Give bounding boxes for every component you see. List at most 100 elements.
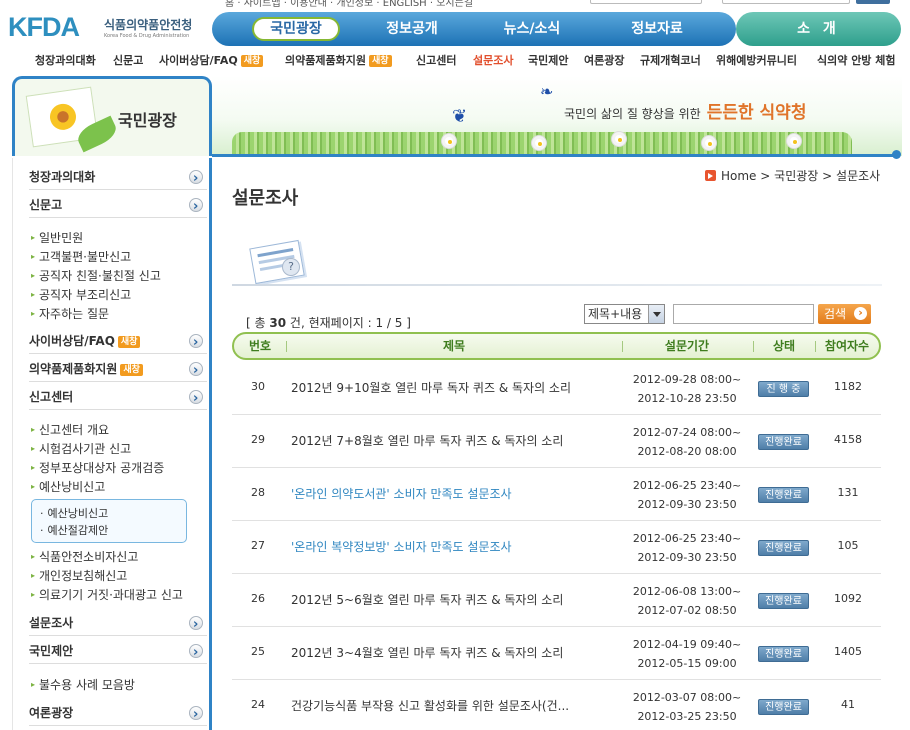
row-title-link[interactable]: '온라인 의약도서관' 소비자 만족도 설문조사	[291, 485, 621, 502]
search-button[interactable]: 검색 ›	[818, 304, 871, 324]
sidebar-menu-survey[interactable]: 설문조사	[29, 610, 207, 638]
new-window-badge: 새창	[120, 364, 143, 376]
search-field-select[interactable]: 제목+내용	[584, 304, 665, 324]
status-badge: 진행완료	[758, 434, 809, 450]
subnav-item[interactable]: 청장과의대화	[35, 52, 96, 68]
subnav-item[interactable]: 국민제안	[528, 52, 568, 68]
row-period-start: 2012-09-28 08:00~	[632, 373, 742, 386]
table-row[interactable]: 25 2012년 3~4월호 열린 마루 독자 퀴즈 & 독자의 소리 2012-0…	[232, 627, 881, 680]
gnb-item-resources[interactable]: 정보자료	[602, 12, 712, 46]
section-divider	[232, 284, 882, 286]
row-participants: 1092	[834, 592, 862, 605]
sidebar-menu-sinmungo[interactable]: 신문고	[29, 192, 207, 220]
sidebar-sub-item[interactable]: 불수용 사례 모음방	[31, 676, 135, 693]
flower-image	[442, 134, 456, 148]
subnav-item[interactable]: 의약품제품화지원 새창	[285, 52, 392, 68]
logo-name-en: Korea Food & Drug Administration	[104, 33, 190, 39]
row-title-link[interactable]: 2012년 7+8월호 열린 마루 독자 퀴즈 & 독자의 소리	[291, 432, 621, 449]
table-row[interactable]: 26 2012년 5~6월호 열린 마루 독자 퀴즈 & 독자의 소리 2012-0…	[232, 574, 881, 627]
sidebar-menu-proposal[interactable]: 국민제안	[29, 638, 207, 666]
utility-links[interactable]: 홈 · 사이트맵 · 이용안내 · 개인정보 · ENGLISH · 오시는길	[225, 0, 473, 9]
utility-search-button[interactable]	[856, 0, 890, 4]
sidebar-sub-item[interactable]: 식품안전소비자신고	[31, 548, 138, 565]
survey-illustration: ?	[232, 236, 882, 286]
table-row[interactable]: 28 '온라인 의약도서관' 소비자 만족도 설문조사 2012-06-25 23:…	[232, 468, 881, 521]
subnav-item[interactable]: 신문고	[113, 52, 143, 68]
logo-name-ko: 식품의약품안전청	[104, 18, 193, 32]
sidebar-menu-chairman[interactable]: 청장과의대화	[29, 164, 207, 192]
sidebar-sub-item[interactable]: 고객불편·불만신고	[31, 248, 131, 265]
subnav-item[interactable]: 식의약 안방 체험	[817, 52, 896, 68]
chevron-right-icon: ›	[854, 307, 867, 320]
col-header-status: 상태	[772, 339, 796, 353]
sidebar-sub-item[interactable]: 예산낭비신고	[31, 478, 105, 495]
sidebar-sub-sub-item[interactable]: 예산낭비신고	[40, 505, 109, 521]
new-window-badge: 새창	[117, 336, 141, 348]
banner-slogan: 국민의 삶의 질 향상을 위한 든든한 식약청	[564, 103, 807, 123]
gnb-item-disclosure[interactable]: 정보공개	[362, 12, 462, 46]
subnav-item[interactable]: 여론광장	[584, 52, 624, 68]
table-row[interactable]: 30 2012년 9+10월호 열린 마루 독자 퀴즈 & 독자의 소리 2012-…	[232, 362, 881, 415]
row-title-link[interactable]: 건강기능식품 부작용 신고 활성화를 위한 설문조사(건...	[291, 697, 621, 714]
global-nav: 국민광장 정보공개 뉴스/소식 정보자료	[212, 12, 736, 46]
col-header-no: 번호	[248, 339, 272, 353]
row-title-link[interactable]: 2012년 3~4월호 열린 마루 독자 퀴즈 & 독자의 소리	[291, 644, 621, 661]
arrow-right-icon	[189, 640, 203, 666]
subnav-item[interactable]: 규제개혁코너	[640, 52, 701, 68]
breadcrumb-home[interactable]: Home	[721, 169, 756, 183]
row-period-end: 2012-05-15 09:00	[637, 657, 737, 670]
sidebar-menu-opinion[interactable]: 여론광장	[29, 700, 207, 728]
sidebar-sub-item[interactable]: 공직자 친절·불친절 신고	[31, 267, 161, 284]
row-participants: 41	[841, 698, 855, 711]
sidebar-sub-item[interactable]: 정부포상대상자 공개검증	[31, 459, 164, 476]
sidebar-sub-item[interactable]: 일반민원	[31, 229, 83, 246]
arrow-right-icon	[189, 612, 203, 638]
sidebar-sub-item[interactable]: 공직자 부조리신고	[31, 286, 131, 303]
row-period: 2012-06-08 13:00~ 2012-07-02 08:50	[622, 582, 752, 620]
subnav-item[interactable]: 사이버상담/FAQ 새창	[159, 52, 264, 68]
row-number: 24	[251, 698, 265, 711]
subnav-item[interactable]: 신고센터	[416, 52, 456, 68]
subnav-item[interactable]: 위해예방커뮤니티	[716, 52, 797, 68]
utility-search-box[interactable]	[590, 0, 702, 4]
sidebar-sub-item[interactable]: 자주하는 질문	[31, 305, 109, 322]
sub-nav: 청장과의대화 신문고 사이버상담/FAQ 새창 의약품제품화지원 새창 신고센터 설…	[0, 52, 910, 70]
breadcrumb-level1[interactable]: 국민광장	[774, 169, 818, 183]
sidebar-sub-item[interactable]: 시험검사기관 신고	[31, 440, 131, 457]
table-row[interactable]: 27 '온라인 복약정보방' 소비자 만족도 설문조사 2012-06-25 23:…	[232, 521, 881, 574]
row-title-link[interactable]: 2012년 5~6월호 열린 마루 독자 퀴즈 & 독자의 소리	[291, 591, 621, 608]
sidebar-menu-cyber[interactable]: 사이버상담/FAQ 새창	[29, 328, 207, 356]
sidebar-sub-sub-item[interactable]: 예산절감제안	[40, 522, 109, 538]
table-header: 번호 제목 설문기간 상태 참여자수	[232, 332, 881, 360]
site-logo[interactable]: KFDA 식품의약품안전청 Korea Food & Drug Administ…	[8, 8, 208, 48]
subnav-item-current[interactable]: 설문조사	[473, 52, 513, 68]
table-row[interactable]: 29 2012년 7+8월호 열린 마루 독자 퀴즈 & 독자의 소리 2012-0…	[232, 415, 881, 468]
sidebar-menu-report-center[interactable]: 신고센터	[29, 384, 207, 412]
chevron-down-icon	[648, 305, 664, 323]
row-number: 26	[251, 592, 265, 605]
utility-search-input[interactable]	[722, 0, 850, 4]
search-input[interactable]	[673, 304, 814, 324]
question-icon: ?	[282, 258, 300, 276]
sidebar-sub-item[interactable]: 개인정보침해신고	[31, 567, 127, 584]
row-period-start: 2012-06-25 23:40~	[632, 532, 742, 545]
row-period-end: 2012-09-30 23:50	[637, 498, 737, 511]
row-title-link[interactable]: '온라인 복약정보방' 소비자 만족도 설문조사	[291, 538, 621, 555]
row-period-end: 2012-08-20 08:00	[637, 445, 737, 458]
col-header-title: 제목	[442, 339, 466, 353]
arrow-right-icon	[189, 166, 203, 192]
breadcrumb-current: 설문조사	[836, 169, 881, 183]
table-row[interactable]: 24 건강기능식품 부작용 신고 활성화를 위한 설문조사(건... 2012-03…	[232, 680, 881, 730]
row-period-end: 2012-09-30 23:50	[637, 551, 737, 564]
gnb-item-news[interactable]: 뉴스/소식	[477, 12, 587, 46]
sidebar-menu-drug-support[interactable]: 의약품제품화지원 새창	[29, 356, 207, 384]
row-title-link[interactable]: 2012년 9+10월호 열린 마루 독자 퀴즈 & 독자의 소리	[291, 379, 621, 396]
row-number: 28	[251, 486, 265, 499]
new-window-badge: 새창	[368, 55, 392, 67]
gnb-item-about[interactable]: 소 개	[736, 12, 901, 46]
row-period-start: 2012-06-08 13:00~	[632, 585, 742, 598]
gnb-item-plaza[interactable]: 국민광장	[252, 17, 340, 41]
row-period: 2012-09-28 08:00~ 2012-10-28 23:50	[622, 370, 752, 408]
sidebar-sub-item[interactable]: 의료기기 거짓·과대광고 신고	[31, 586, 183, 603]
sidebar-sub-item[interactable]: 신고센터 개요	[31, 421, 109, 438]
